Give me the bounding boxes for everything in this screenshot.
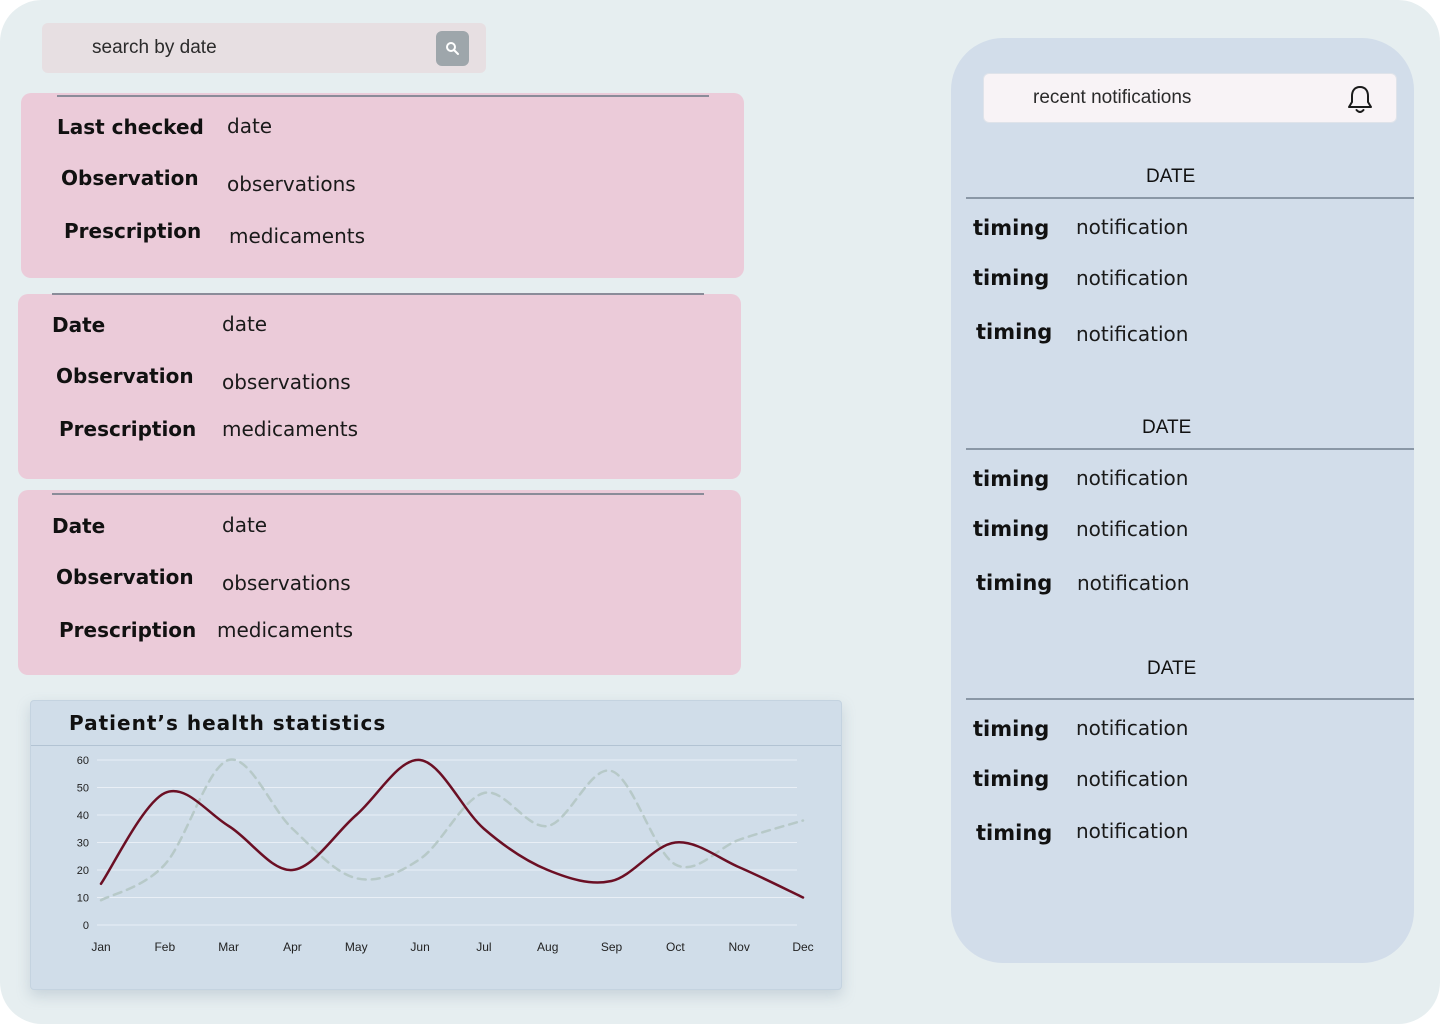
search-icon: [446, 42, 459, 55]
notification-text[interactable]: notification: [1076, 716, 1188, 740]
series-line-secondary: [99, 758, 805, 902]
health-chart-panel: Patient’s health statistics 0 10 20 30 40 50 6…: [30, 700, 842, 990]
observation-label: Observation: [56, 364, 194, 388]
search-button[interactable]: [436, 31, 469, 66]
notifications-header[interactable]: recent notifications: [983, 73, 1397, 123]
y-tick-label: 20: [77, 865, 89, 877]
notification-timing: timing: [976, 571, 1053, 595]
prescription-value: medicaments: [229, 224, 366, 248]
x-tick-label: Mar: [218, 940, 239, 954]
x-tick-label: Apr: [283, 940, 302, 954]
notification-timing: timing: [973, 517, 1050, 541]
y-tick-label: 30: [77, 838, 89, 850]
y-tick-label: 0: [83, 920, 89, 932]
notification-timing: timing: [973, 767, 1050, 791]
notification-text[interactable]: notification: [1076, 266, 1188, 290]
series-line-primary: [99, 758, 805, 899]
notification-text[interactable]: notification: [1076, 767, 1188, 791]
observation-value: observations: [222, 370, 351, 394]
bell-icon[interactable]: [1344, 83, 1376, 115]
prescription-label: Prescription: [59, 618, 197, 642]
health-chart: 0 10 20 30 40 50 60 Jan Feb Mar Apr May Jun Jul Aug Sep…: [77, 755, 814, 954]
notification-text[interactable]: notification: [1076, 466, 1188, 490]
x-tick-label: Jan: [91, 940, 110, 954]
y-tick-label: 50: [77, 783, 89, 795]
x-tick-label: Dec: [792, 940, 813, 954]
prescription-label: Prescription: [64, 219, 202, 243]
date-label: Date: [52, 514, 106, 538]
notification-date-heading: DATE: [1142, 417, 1192, 438]
notification-text[interactable]: notification: [1076, 517, 1188, 541]
date-value: date: [222, 513, 268, 537]
date-value: date: [227, 114, 273, 138]
app-frame: search by date Last checked date Observa…: [0, 0, 1440, 1024]
date-divider: [966, 698, 1414, 700]
observation-value: observations: [227, 172, 356, 196]
x-tick-label: Jun: [410, 940, 429, 954]
notification-text[interactable]: notification: [1077, 571, 1189, 595]
notifications-title: recent notifications: [1033, 87, 1192, 108]
notification-timing: timing: [973, 266, 1050, 290]
date-label: Date: [52, 313, 106, 337]
x-tick-label: Feb: [154, 940, 175, 954]
search-input[interactable]: search by date: [92, 37, 217, 59]
prescription-value: medicaments: [222, 417, 359, 441]
notification-timing: timing: [973, 216, 1050, 240]
observation-label: Observation: [56, 565, 194, 589]
notification-text[interactable]: notification: [1076, 322, 1188, 346]
notification-timing: timing: [973, 467, 1050, 491]
notification-text[interactable]: notification: [1076, 819, 1188, 843]
y-tick-label: 60: [77, 755, 89, 767]
x-tick-label: May: [345, 940, 368, 954]
x-tick-label: Aug: [537, 940, 558, 954]
date-value: date: [222, 312, 268, 336]
notification-timing: timing: [976, 821, 1053, 845]
notification-date-heading: DATE: [1147, 658, 1197, 679]
prescription-value: medicaments: [217, 618, 354, 642]
date-divider: [966, 448, 1414, 450]
card-divider: [52, 493, 704, 495]
x-tick-label: Nov: [729, 940, 750, 954]
y-tick-label: 40: [77, 810, 89, 822]
notification-timing: timing: [973, 717, 1050, 741]
y-tick-label: 10: [77, 893, 89, 905]
observation-value: observations: [222, 571, 351, 595]
x-tick-label: Sep: [601, 940, 623, 954]
notifications-panel: recent notifications DATE timing notific…: [951, 38, 1414, 963]
search-bar[interactable]: search by date: [42, 23, 486, 73]
x-tick-label: Oct: [666, 940, 685, 954]
prescription-label: Prescription: [59, 417, 197, 441]
card-divider: [57, 95, 709, 97]
date-label: Last checked: [57, 115, 204, 139]
notification-date-heading: DATE: [1146, 166, 1196, 187]
date-divider: [966, 197, 1414, 199]
notification-text[interactable]: notification: [1076, 215, 1188, 239]
card-divider: [52, 293, 704, 295]
x-tick-label: Jul: [476, 940, 491, 954]
notification-timing: timing: [976, 320, 1053, 344]
observation-label: Observation: [61, 166, 199, 190]
